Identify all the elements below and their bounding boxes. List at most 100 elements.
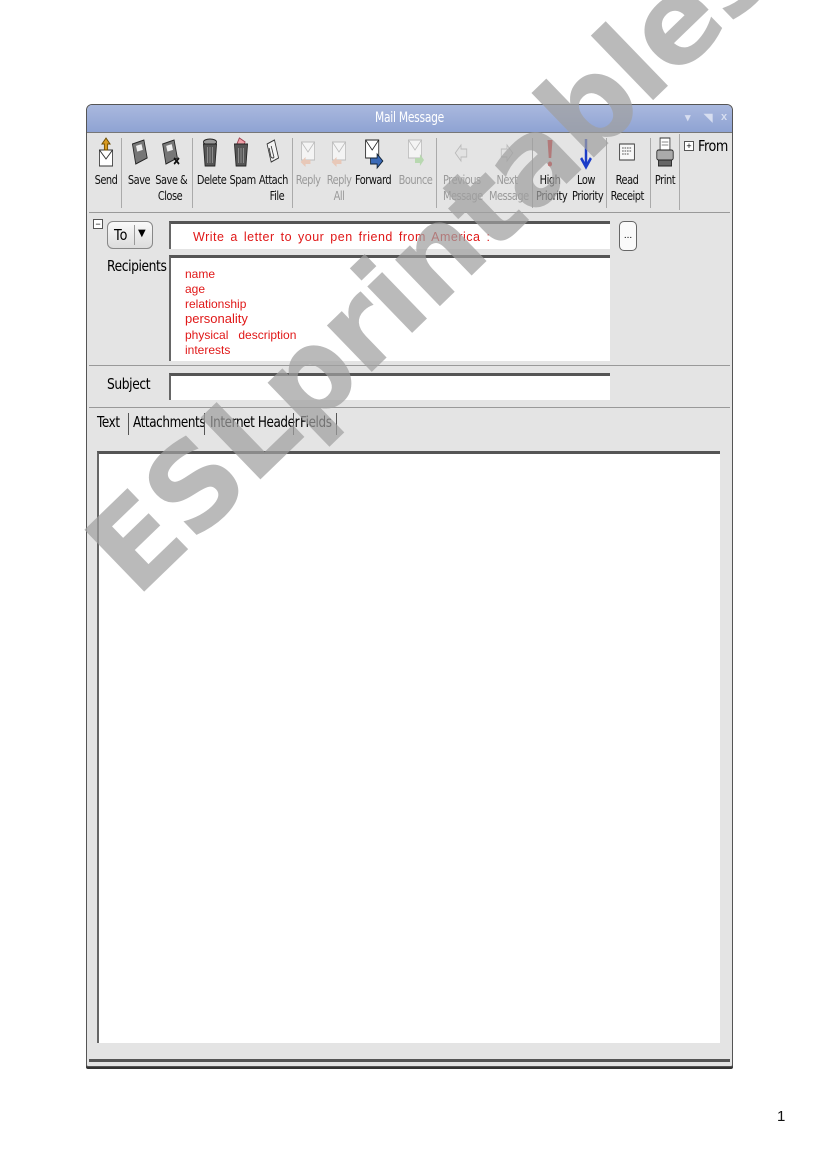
- next-label-1: Next: [496, 173, 518, 187]
- prompt-line: name: [185, 267, 216, 281]
- read-receipt-button[interactable]: Read Receipt: [611, 136, 644, 204]
- save-icon: [131, 139, 148, 165]
- toolbar: Send Save Save & Close Delete Spam Attac…: [89, 134, 730, 213]
- attach-file-button[interactable]: Attach File: [258, 136, 289, 204]
- read-receipt-label-1: Read: [615, 173, 639, 187]
- high-priority-label-2: Priority: [536, 189, 568, 203]
- to-label: To: [114, 226, 128, 244]
- printer-icon: [656, 137, 674, 167]
- tab-attachments[interactable]: Attachments: [133, 413, 206, 431]
- save-close-label-1: Save &: [155, 173, 188, 187]
- spam-button[interactable]: Spam: [229, 136, 257, 188]
- bounce-icon: [408, 139, 425, 166]
- previous-message-button[interactable]: Previous Message: [442, 136, 483, 204]
- toolbar-separator: [192, 138, 193, 208]
- print-button[interactable]: Print: [654, 136, 677, 188]
- to-dropdown[interactable]: To ▼: [107, 221, 153, 249]
- forward-label: Forward: [354, 173, 392, 187]
- from-label: From: [698, 137, 728, 155]
- paperclip-icon: [266, 139, 280, 163]
- to-field[interactable]: Write a letter to your pen friend from A…: [169, 221, 610, 249]
- tab-separator: [128, 413, 129, 435]
- delete-button[interactable]: Delete: [197, 136, 227, 188]
- arrow-right-icon: [500, 143, 514, 163]
- arrow-left-icon: [454, 143, 468, 163]
- tab-separator: [204, 413, 205, 435]
- collapse-recipients-icon[interactable]: −: [93, 219, 103, 229]
- window-bottom-border: [89, 1059, 730, 1062]
- attach-label-2: File: [269, 189, 285, 203]
- prompt-line: personality: [185, 311, 248, 326]
- spam-trash-icon: [233, 137, 249, 167]
- prompt-line: physical description: [185, 328, 297, 342]
- low-priority-button[interactable]: Low Priority: [572, 136, 604, 204]
- address-book-button[interactable]: ...: [619, 221, 637, 251]
- reply-all-button[interactable]: Reply All: [327, 136, 352, 204]
- read-receipt-label-2: Receipt: [610, 189, 645, 203]
- tab-separator: [336, 413, 337, 435]
- prompt-line: age: [185, 282, 206, 296]
- receipt-icon: [619, 143, 635, 161]
- tab-internet-header[interactable]: Internet Header: [210, 413, 300, 431]
- toolbar-separator: [292, 138, 293, 208]
- send-icon: [99, 137, 113, 167]
- exclamation-icon: [547, 140, 553, 167]
- tab-separator: [293, 413, 294, 435]
- maximize-button[interactable]: ◥: [704, 111, 712, 124]
- minimize-button[interactable]: ▾: [685, 111, 691, 124]
- toolbar-separator: [650, 138, 651, 208]
- next-message-button[interactable]: Next Message: [489, 136, 529, 204]
- save-button[interactable]: Save: [128, 136, 151, 188]
- close-button[interactable]: x: [721, 111, 727, 123]
- reply-label: Reply: [295, 173, 321, 187]
- save-close-label-2: Close: [157, 189, 183, 203]
- save-label: Save: [127, 173, 151, 187]
- toolbar-separator: [121, 138, 122, 208]
- tab-fields[interactable]: Fields: [300, 413, 332, 431]
- attach-label-1: Attach: [258, 173, 289, 187]
- to-field-value: Write a letter to your pen friend from A…: [193, 230, 491, 244]
- prompt-line: interests: [185, 343, 231, 357]
- high-priority-label-1: High: [539, 173, 561, 187]
- low-priority-label-2: Priority: [572, 189, 604, 203]
- page-number: 1: [777, 1108, 786, 1125]
- bounce-label: Bounce: [398, 173, 433, 187]
- prompt-line: relationship: [185, 297, 247, 311]
- previous-label-2: Message: [442, 189, 483, 203]
- tab-text[interactable]: Text: [97, 413, 120, 431]
- print-label: Print: [654, 173, 676, 187]
- spam-label: Spam: [229, 173, 257, 187]
- from-panel: + From: [679, 134, 730, 210]
- subject-section: Subject: [89, 367, 730, 408]
- next-label-2: Message: [488, 189, 529, 203]
- save-close-button[interactable]: Save & Close: [155, 136, 188, 204]
- reply-icon: [300, 141, 315, 167]
- forward-button[interactable]: Forward: [354, 136, 392, 188]
- reply-all-icon: [331, 141, 346, 167]
- bounce-button[interactable]: Bounce: [398, 136, 433, 188]
- recipients-label: Recipients: [107, 257, 167, 275]
- arrow-down-icon: [580, 139, 592, 170]
- reply-button[interactable]: Reply: [296, 136, 321, 188]
- recipients-section: − To ▼ Write a letter to your pen friend…: [89, 215, 730, 366]
- toolbar-separator: [606, 138, 607, 208]
- dropdown-divider: [134, 225, 135, 245]
- toolbar-separator: [532, 138, 533, 208]
- subject-label: Subject: [107, 375, 151, 393]
- title-bar[interactable]: Mail Message ▾ ◥ x: [87, 105, 732, 133]
- previous-label-1: Previous: [442, 173, 481, 187]
- send-label: Send: [94, 173, 118, 187]
- send-button[interactable]: Send: [94, 136, 119, 188]
- reply-all-label-1: Reply: [326, 173, 352, 187]
- expand-from-icon[interactable]: +: [684, 141, 694, 151]
- window-title: Mail Message: [374, 110, 445, 126]
- save-close-icon: [162, 139, 180, 165]
- subject-input[interactable]: [169, 373, 610, 400]
- recipients-field[interactable]: name age relationship personality physic…: [169, 255, 610, 361]
- toolbar-separator: [436, 138, 437, 208]
- message-body-editor[interactable]: [97, 451, 720, 1043]
- low-priority-label-1: Low: [577, 173, 595, 187]
- reply-all-label-2: All: [333, 189, 345, 203]
- trash-icon: [202, 138, 218, 167]
- high-priority-button[interactable]: High Priority: [536, 136, 568, 204]
